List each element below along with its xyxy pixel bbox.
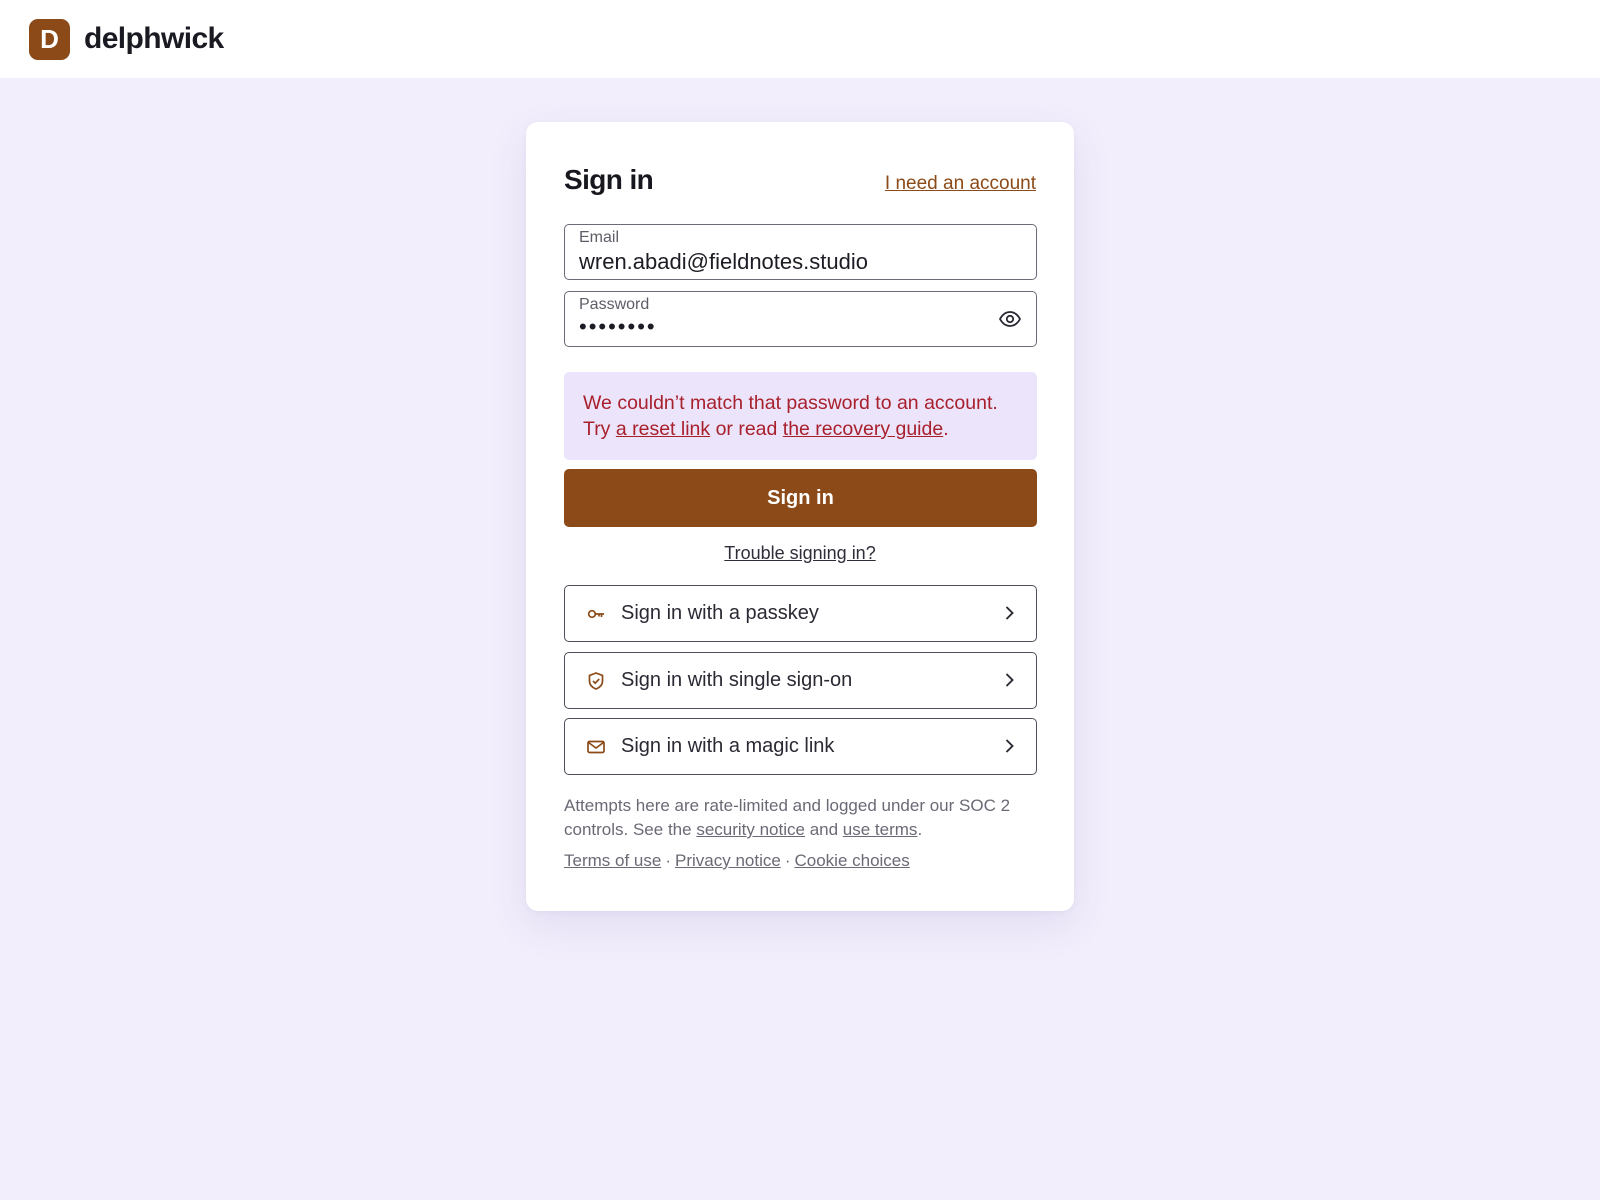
separator: · <box>784 851 791 870</box>
sign-in-button[interactable]: Sign in <box>564 469 1037 527</box>
fineprint-period: . <box>917 820 923 839</box>
privacy-notice-link[interactable]: Privacy notice <box>675 851 781 870</box>
error-try-text: Try <box>583 418 616 440</box>
brand-name[interactable]: delphwick <box>84 22 224 56</box>
chevron-right-icon <box>1000 604 1018 622</box>
create-account-link[interactable]: I need an account <box>885 173 1036 195</box>
password-field[interactable]: Password •••••••• <box>564 291 1037 347</box>
passkey-label: Sign in with a passkey <box>621 602 819 624</box>
security-notice-link[interactable]: security notice <box>696 820 805 839</box>
chevron-right-icon <box>1000 737 1018 755</box>
mail-icon <box>585 736 607 758</box>
email-value[interactable]: wren.abadi@fieldnotes.studio <box>579 249 868 275</box>
passkey-button[interactable]: Sign in with a passkey <box>564 585 1037 642</box>
cookie-choices-link[interactable]: Cookie choices <box>794 851 909 870</box>
error-alert: We couldn’t match that password to an ac… <box>564 372 1037 460</box>
sign-in-card: Sign in I need an account Email wren.aba… <box>526 122 1074 911</box>
key-icon <box>585 603 607 625</box>
email-label: Email <box>579 229 620 246</box>
footer-links: Terms of use · Privacy notice · Cookie choic… <box>564 851 910 871</box>
error-message: We couldn’t match that password to an ac… <box>583 392 998 414</box>
trouble-row: Trouble signing in? <box>526 543 1074 564</box>
fineprint-and: and <box>804 820 843 839</box>
sso-button[interactable]: Sign in with single sign-on <box>564 652 1037 709</box>
error-or-read-text: or read <box>710 418 783 440</box>
email-field[interactable]: Email wren.abadi@fieldnotes.studio <box>564 224 1037 280</box>
brand-logo[interactable]: D <box>29 18 70 60</box>
magic-link-label: Sign in with a magic link <box>621 735 835 757</box>
top-bar: D delphwick <box>0 0 1600 78</box>
card-header: Sign in I need an account <box>564 164 1036 196</box>
shield-check-icon <box>585 670 607 692</box>
magic-link-button[interactable]: Sign in with a magic link <box>564 718 1037 775</box>
use-terms-link[interactable]: use terms <box>843 820 918 839</box>
trouble-signing-in-link[interactable]: Trouble signing in? <box>724 543 875 563</box>
eye-icon[interactable] <box>998 307 1022 331</box>
sso-label: Sign in with single sign-on <box>621 669 853 691</box>
error-help: Try a reset link or read the recovery gu… <box>583 416 1018 442</box>
terms-of-use-link[interactable]: Terms of use <box>564 851 661 870</box>
password-value[interactable]: •••••••• <box>579 314 657 340</box>
page-title: Sign in <box>564 164 654 195</box>
password-label: Password <box>579 296 650 313</box>
recovery-guide-link[interactable]: the recovery guide <box>783 418 943 440</box>
chevron-right-icon <box>1000 671 1018 689</box>
security-fineprint: Attempts here are rate-limited and logge… <box>564 794 1044 842</box>
error-period: . <box>943 418 949 440</box>
separator: · <box>665 851 671 870</box>
reset-link[interactable]: a reset link <box>616 418 710 440</box>
